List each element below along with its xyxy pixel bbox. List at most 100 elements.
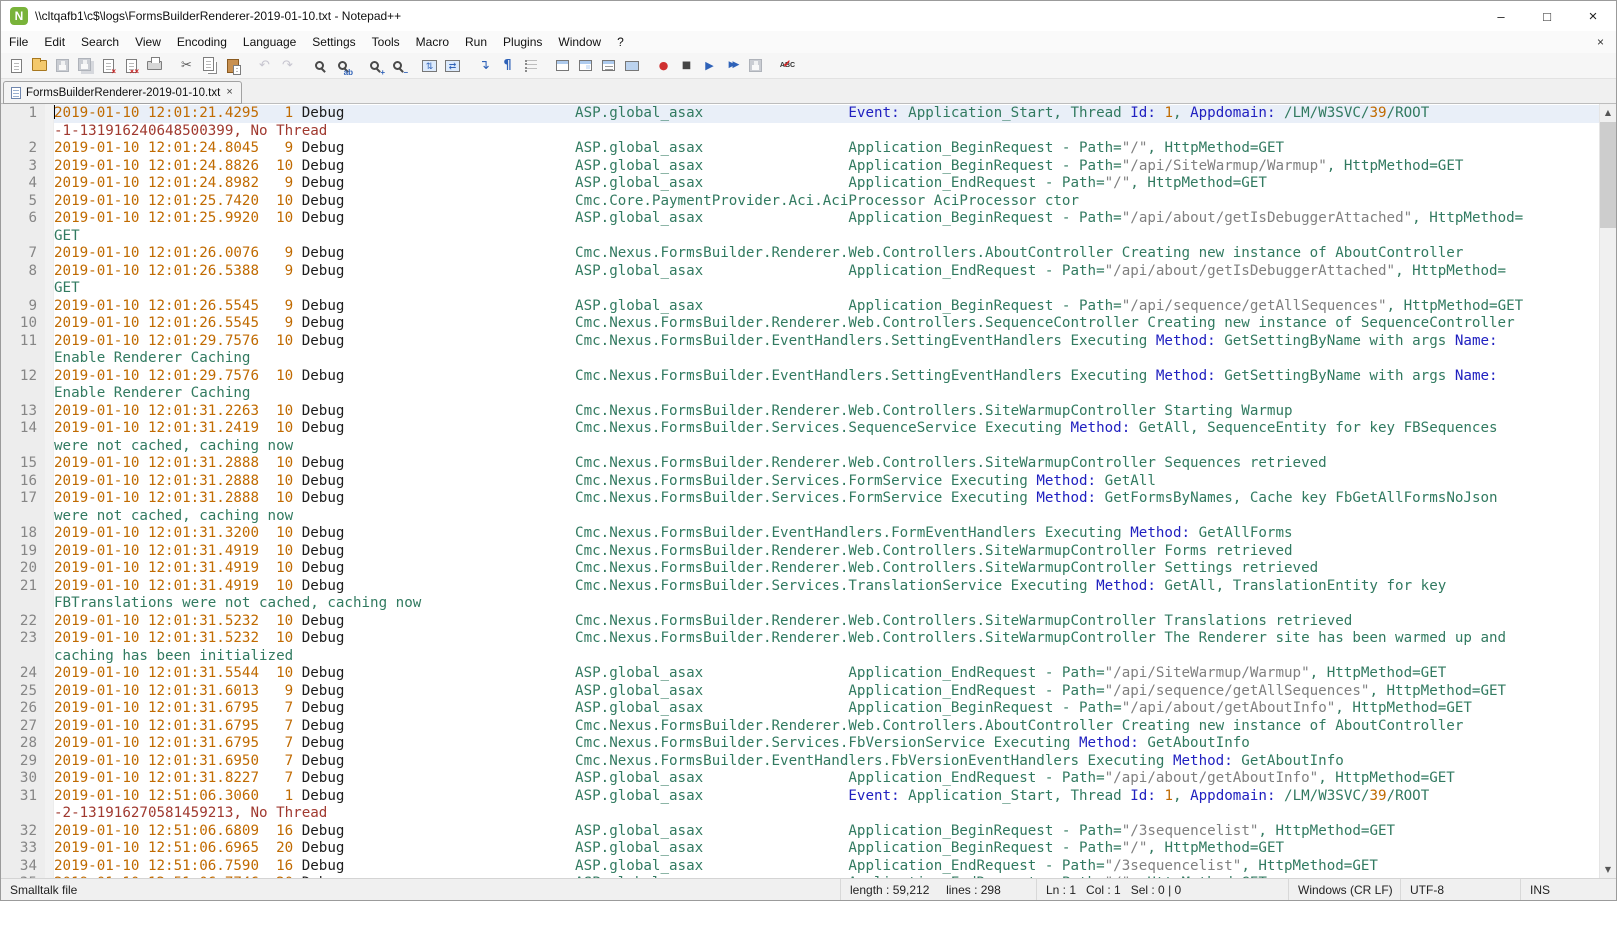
playback-macro-icon[interactable]: ▶: [698, 55, 721, 77]
code-text[interactable]: 2019-01-10 12:01:25.9920 10 Debug ASP.gl…: [54, 210, 1599, 228]
save-icon[interactable]: [51, 55, 74, 77]
menu-edit[interactable]: Edit: [36, 31, 73, 53]
code-text[interactable]: 2019-01-10 12:01:31.6795 7 Debug Cmc.Nex…: [54, 735, 1599, 753]
code-text[interactable]: 2019-01-10 12:01:31.5232 10 Debug Cmc.Ne…: [54, 613, 1599, 631]
code-text[interactable]: GET: [54, 228, 1599, 246]
tab-formsbuilderrenderer[interactable]: FormsBuilderRenderer-2019-01-10.txt ×: [3, 81, 242, 104]
code-text[interactable]: 2019-01-10 12:01:26.5545 9 Debug ASP.glo…: [54, 298, 1599, 316]
new-file-icon[interactable]: [5, 55, 28, 77]
menu-close-icon[interactable]: ×: [1585, 35, 1616, 49]
save-macro-icon[interactable]: [744, 55, 767, 77]
run-macro-multiple-icon[interactable]: ▶▶: [721, 55, 744, 77]
sync-horizontal-icon[interactable]: ⇄: [441, 55, 464, 77]
text-editor[interactable]: 12019-01-10 12:01:21.4295 1 Debug ASP.gl…: [1, 104, 1616, 878]
menu-window[interactable]: Window: [550, 31, 609, 53]
code-text[interactable]: 2019-01-10 12:01:24.8045 9 Debug ASP.glo…: [54, 140, 1599, 158]
menu-macro[interactable]: Macro: [408, 31, 457, 53]
code-text[interactable]: 2019-01-10 12:01:29.7576 10 Debug Cmc.Ne…: [54, 333, 1599, 351]
code-text[interactable]: 2019-01-10 12:01:31.6013 9 Debug ASP.glo…: [54, 683, 1599, 701]
code-text[interactable]: 2019-01-10 12:01:21.4295 1 Debug ASP.glo…: [54, 105, 1599, 123]
code-text[interactable]: 2019-01-10 12:01:31.6795 7 Debug ASP.glo…: [54, 700, 1599, 718]
title-bar[interactable]: N \\cltqafb1\c$\logs\FormsBuilderRendere…: [1, 1, 1616, 31]
code-text[interactable]: -2-131916270581459213, No Thread: [54, 805, 1599, 823]
replace-icon[interactable]: ab: [331, 55, 354, 77]
code-text[interactable]: 2019-01-10 12:01:31.2888 10 Debug Cmc.Ne…: [54, 490, 1599, 508]
code-text[interactable]: 2019-01-10 12:01:31.4919 10 Debug Cmc.Ne…: [54, 543, 1599, 561]
scrollbar-thumb[interactable]: [1600, 122, 1616, 228]
find-icon[interactable]: [308, 55, 331, 77]
maximize-button[interactable]: □: [1524, 1, 1570, 31]
code-text[interactable]: 2019-01-10 12:51:06.7746 20 Debug ASP.gl…: [54, 875, 1599, 878]
menu-language[interactable]: Language: [235, 31, 304, 53]
code-text[interactable]: 2019-01-10 12:51:06.3060 1 Debug ASP.glo…: [54, 788, 1599, 806]
print-icon[interactable]: [143, 55, 166, 77]
cut-icon[interactable]: ✂: [175, 55, 198, 77]
zoom-in-icon[interactable]: +: [363, 55, 386, 77]
word-wrap-icon[interactable]: ↴: [473, 55, 496, 77]
code-text[interactable]: FBTranslations were not cached, caching …: [54, 595, 1599, 613]
code-text[interactable]: 2019-01-10 12:01:24.8982 9 Debug ASP.glo…: [54, 175, 1599, 193]
scroll-up-arrow-icon[interactable]: ▲: [1600, 104, 1616, 121]
code-text[interactable]: caching has been initialized: [54, 648, 1599, 666]
show-all-characters-icon[interactable]: ¶: [496, 55, 519, 77]
close-button[interactable]: ×: [1570, 1, 1616, 31]
code-text[interactable]: 2019-01-10 12:01:31.3200 10 Debug Cmc.Ne…: [54, 525, 1599, 543]
code-text[interactable]: 2019-01-10 12:01:31.2419 10 Debug Cmc.Ne…: [54, 420, 1599, 438]
code-text[interactable]: 2019-01-10 12:51:06.6809 16 Debug ASP.gl…: [54, 823, 1599, 841]
doc-switcher-icon[interactable]: [620, 55, 643, 77]
code-text[interactable]: 2019-01-10 12:01:26.5545 9 Debug Cmc.Nex…: [54, 315, 1599, 333]
open-folder-icon[interactable]: [28, 55, 51, 77]
code-text[interactable]: 2019-01-10 12:01:31.8227 7 Debug ASP.glo…: [54, 770, 1599, 788]
code-text[interactable]: 2019-01-10 12:01:24.8826 10 Debug ASP.gl…: [54, 158, 1599, 176]
code-text[interactable]: -1-131916240648500399, No Thread: [54, 123, 1599, 141]
define-language-icon[interactable]: [551, 55, 574, 77]
record-macro-icon[interactable]: ●: [652, 55, 675, 77]
menu-tools[interactable]: Tools: [364, 31, 408, 53]
function-list-icon[interactable]: [597, 55, 620, 77]
undo-icon[interactable]: ↶: [253, 55, 276, 77]
code-text[interactable]: 2019-01-10 12:01:31.5232 10 Debug Cmc.Ne…: [54, 630, 1599, 648]
save-all-icon[interactable]: [74, 55, 97, 77]
code-text[interactable]: were not cached, caching now: [54, 508, 1599, 526]
vertical-scrollbar[interactable]: ▲ ▼: [1599, 104, 1616, 878]
spell-check-icon[interactable]: ABC✓: [776, 55, 799, 77]
code-text[interactable]: 2019-01-10 12:01:31.6950 7 Debug Cmc.Nex…: [54, 753, 1599, 771]
document-map-icon[interactable]: [574, 55, 597, 77]
menu-help[interactable]: ?: [609, 31, 632, 53]
code-text[interactable]: 2019-01-10 12:01:25.7420 10 Debug Cmc.Co…: [54, 193, 1599, 211]
menu-run[interactable]: Run: [457, 31, 495, 53]
zoom-out-icon[interactable]: −: [386, 55, 409, 77]
status-insert-mode[interactable]: INS: [1520, 879, 1616, 900]
menu-encoding[interactable]: Encoding: [169, 31, 235, 53]
code-text[interactable]: Enable Renderer Caching: [54, 385, 1599, 403]
minimize-button[interactable]: –: [1478, 1, 1524, 31]
menu-file[interactable]: File: [1, 31, 36, 53]
code-text[interactable]: 2019-01-10 12:01:26.5388 9 Debug ASP.glo…: [54, 263, 1599, 281]
code-text[interactable]: were not cached, caching now: [54, 438, 1599, 456]
code-text[interactable]: 2019-01-10 12:01:31.4919 10 Debug Cmc.Ne…: [54, 560, 1599, 578]
tab-close-icon[interactable]: ×: [225, 87, 233, 98]
menu-search[interactable]: Search: [73, 31, 127, 53]
code-text[interactable]: 2019-01-10 12:01:31.5544 10 Debug ASP.gl…: [54, 665, 1599, 683]
close-file-icon[interactable]: ×: [97, 55, 120, 77]
code-text[interactable]: 2019-01-10 12:01:31.6795 7 Debug Cmc.Nex…: [54, 718, 1599, 736]
scroll-down-arrow-icon[interactable]: ▼: [1600, 861, 1616, 878]
status-encoding[interactable]: UTF-8: [1400, 879, 1520, 900]
sync-vertical-icon[interactable]: ⇅: [418, 55, 441, 77]
stop-macro-icon[interactable]: ■: [675, 55, 698, 77]
code-text[interactable]: 2019-01-10 12:01:26.0076 9 Debug Cmc.Nex…: [54, 245, 1599, 263]
copy-icon[interactable]: [198, 55, 221, 77]
code-text[interactable]: 2019-01-10 12:01:31.2263 10 Debug Cmc.Ne…: [54, 403, 1599, 421]
code-text[interactable]: 2019-01-10 12:51:06.7590 16 Debug ASP.gl…: [54, 858, 1599, 876]
close-all-icon[interactable]: ××: [120, 55, 143, 77]
show-indent-guide-icon[interactable]: [519, 55, 542, 77]
code-text[interactable]: 2019-01-10 12:01:31.2888 10 Debug Cmc.Ne…: [54, 473, 1599, 491]
code-text[interactable]: 2019-01-10 12:01:29.7576 10 Debug Cmc.Ne…: [54, 368, 1599, 386]
code-text[interactable]: 2019-01-10 12:51:06.6965 20 Debug ASP.gl…: [54, 840, 1599, 858]
menu-plugins[interactable]: Plugins: [495, 31, 550, 53]
menu-settings[interactable]: Settings: [304, 31, 363, 53]
code-text[interactable]: Enable Renderer Caching: [54, 350, 1599, 368]
code-text[interactable]: GET: [54, 280, 1599, 298]
code-text[interactable]: 2019-01-10 12:01:31.2888 10 Debug Cmc.Ne…: [54, 455, 1599, 473]
paste-icon[interactable]: [221, 55, 244, 77]
